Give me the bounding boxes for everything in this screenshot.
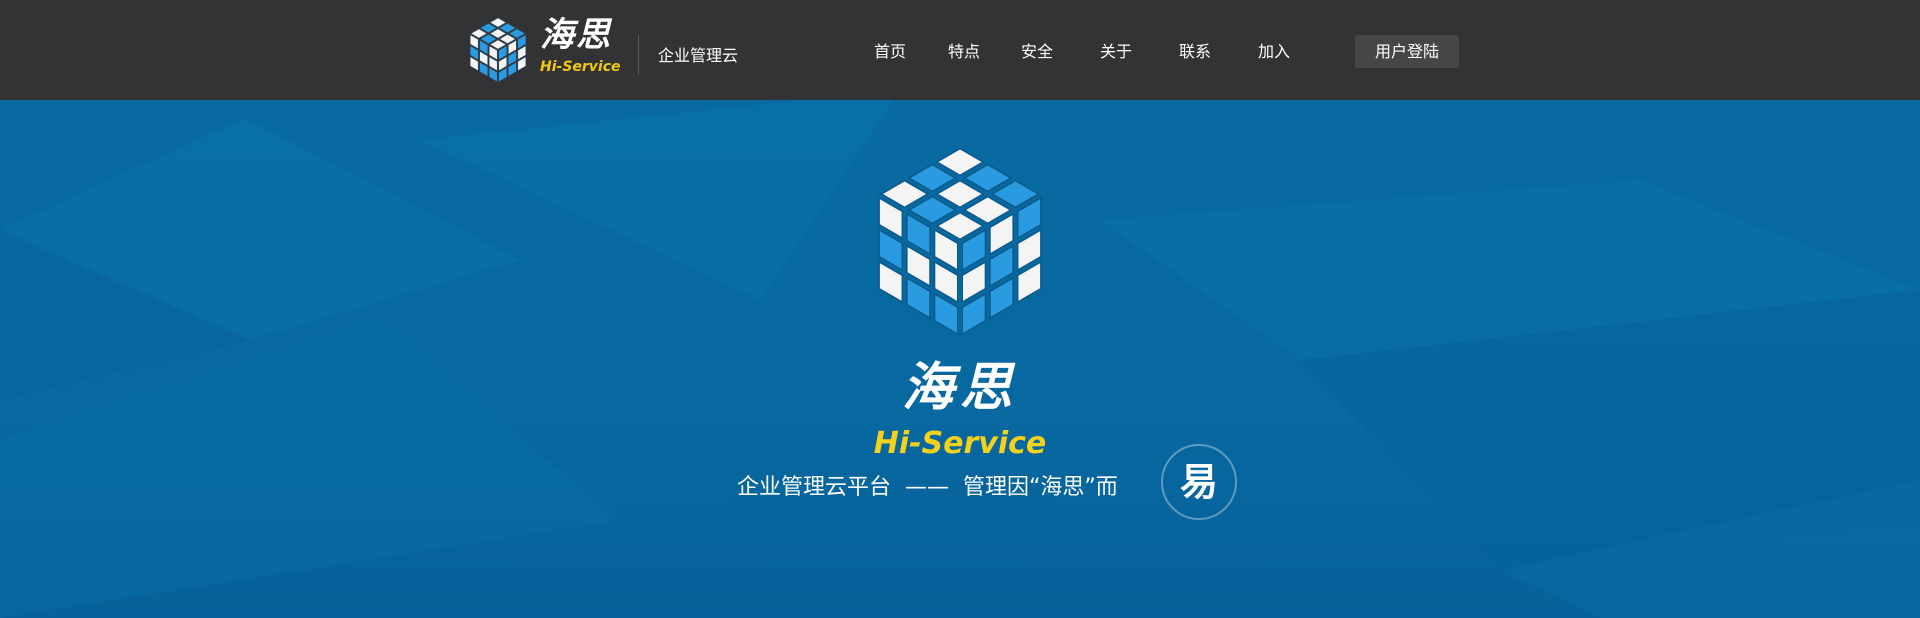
nav-item-security[interactable]: 安全 [1021, 40, 1053, 64]
hero-tagline: 企业管理云平台 —— 管理因“海思”而 [737, 468, 1118, 508]
nav-item-join[interactable]: 加入 [1258, 40, 1290, 64]
nav-item-about[interactable]: 关于 [1100, 40, 1132, 64]
main-nav: 首页 特点 安全 关于 联系 加入 [0, 40, 1920, 64]
user-login-button[interactable]: 用户登陆 [1355, 35, 1459, 68]
nav-item-features[interactable]: 特点 [948, 40, 980, 64]
tagline-left: 企业管理云平台 [737, 475, 892, 500]
hero-cube-icon [878, 147, 1042, 336]
tagline-dash: —— [905, 475, 950, 500]
nav-item-home[interactable]: 首页 [874, 40, 906, 64]
tagline-badge: 易 [1161, 444, 1237, 520]
hero-title-en: Hi-Service [873, 426, 1047, 461]
top-navbar: 海思 Hi-Service 企业管理云 首页 特点 安全 关于 联系 加入 用户… [0, 0, 1920, 100]
tagline-right: 管理因“海思”而 [963, 475, 1118, 500]
hero-banner: 海思 Hi-Service 企业管理云平台 —— 管理因“海思”而 易 [0, 100, 1920, 618]
hero-title-cn: 海思 [901, 357, 1018, 418]
nav-item-contact[interactable]: 联系 [1179, 40, 1211, 64]
